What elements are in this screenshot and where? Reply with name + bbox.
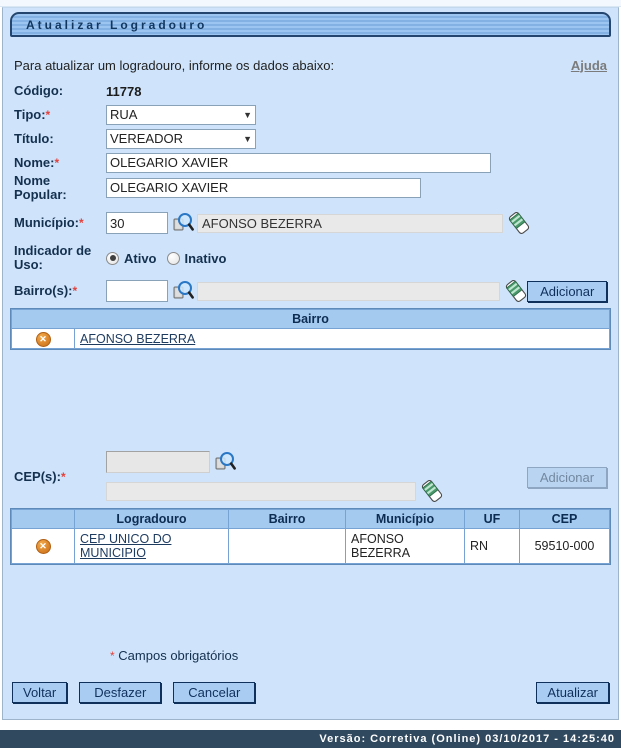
bairro-table: Bairro ✕ AFONSO BEZERRA [10,308,611,350]
chevron-down-icon: ▼ [243,109,252,120]
desfazer-button[interactable]: Desfazer [79,682,162,703]
cep-row-bairro [229,529,345,563]
municipio-label: Município:* [14,215,84,231]
page-title: Atualizar Logradouro [26,17,208,32]
ceps-label: CEP(s):* [14,469,66,485]
cep-row-municipio: AFONSO BEZERRA [346,529,464,563]
nome-input[interactable] [106,152,491,173]
nome-label: Nome:* [14,154,60,170]
cep-table: Logradouro Bairro Município UF CEP ✕ CEP… [10,508,611,565]
titulo-label: Título: [14,130,54,146]
cep-row-logradouro-link[interactable]: CEP UNICO DO MUNICIPIO [80,532,171,560]
search-icon[interactable] [172,212,194,234]
delete-row-icon[interactable]: ✕ [35,539,51,554]
cep-row-cep: 59510-000 [520,529,609,563]
municipio-name-field: AFONSO BEZERRA [197,213,503,233]
atualizar-button[interactable]: Atualizar [536,682,609,703]
bairro-row-link[interactable]: AFONSO BEZERRA [80,332,195,346]
table-row: ✕ CEP UNICO DO MUNICIPIO AFONSO BEZERRA … [12,529,609,563]
footnote-asterisk: * [110,649,115,663]
ceps-required-asterisk: * [60,470,66,484]
indicador-uso-label: Indicador de Uso: [14,243,92,272]
required-fields-note: * Campos obrigatórios [110,648,239,663]
cancelar-button[interactable]: Cancelar [173,682,256,703]
window-titlebar: Atualizar Logradouro [10,12,611,37]
cep-table-header-municipio: Município [346,510,464,528]
help-link[interactable]: Ajuda [571,58,607,73]
cep-table-header-bairro: Bairro [229,510,345,528]
bairro-name-field [197,281,501,301]
radio-ativo[interactable] [106,251,119,265]
municipio-code-input[interactable] [106,212,168,234]
radio-inativo[interactable] [166,251,180,265]
titulo-select-value: VEREADOR [110,131,183,146]
page-top-strip [0,0,621,7]
municipio-required-asterisk: * [79,216,84,230]
table-row: ✕ AFONSO BEZERRA [12,329,609,348]
tipo-select-value: RUA [110,107,138,122]
cep-table-header-row: Logradouro Bairro Município UF CEP [12,510,609,528]
eraser-icon[interactable] [421,479,443,503]
codigo-value: 11778 [106,83,142,99]
bairros-required-asterisk: * [72,284,78,298]
cep-name-field [106,481,416,501]
intro-text: Para atualizar um logradouro, informe os… [14,57,335,73]
nome-required-asterisk: * [54,155,60,170]
cep-table-header-uf: UF [465,510,519,528]
cep-adicionar-button: Adicionar [527,466,607,488]
atualizar-logradouro-window: Atualizar Logradouro Para atualizar um l… [2,7,619,720]
eraser-icon[interactable] [508,211,530,235]
cep-table-header-cep: CEP [520,510,609,528]
voltar-button[interactable]: Voltar [12,682,68,703]
tipo-label: Tipo:* [14,106,51,122]
tipo-required-asterisk: * [45,107,51,122]
radio-ativo-label: Ativo [124,250,157,266]
nome-popular-label: Nome Popular: [14,172,67,202]
bairro-adicionar-button[interactable]: Adicionar [527,280,607,302]
delete-row-icon[interactable]: ✕ [35,331,51,347]
tipo-select[interactable]: RUA ▼ [106,104,256,125]
titulo-select[interactable]: VEREADOR ▼ [106,128,256,149]
bairro-table-header: Bairro [12,310,609,328]
bairro-code-input[interactable] [106,280,168,302]
nome-popular-input[interactable] [106,177,421,198]
bairros-label: Bairro(s):* [14,283,78,299]
cep-code-input [106,451,210,473]
version-statusbar: Versão: Corretiva (Online) 03/10/2017 - … [0,730,621,748]
bairro-table-header-row: Bairro [12,310,609,328]
eraser-icon[interactable] [505,279,528,303]
codigo-label: Código: [14,83,64,98]
cep-row-uf: RN [465,529,519,563]
search-icon[interactable] [214,451,236,473]
search-icon[interactable] [172,280,194,302]
cep-table-header-logradouro: Logradouro [75,510,228,528]
radio-inativo-label: Inativo [184,250,227,266]
chevron-down-icon: ▼ [243,133,252,144]
